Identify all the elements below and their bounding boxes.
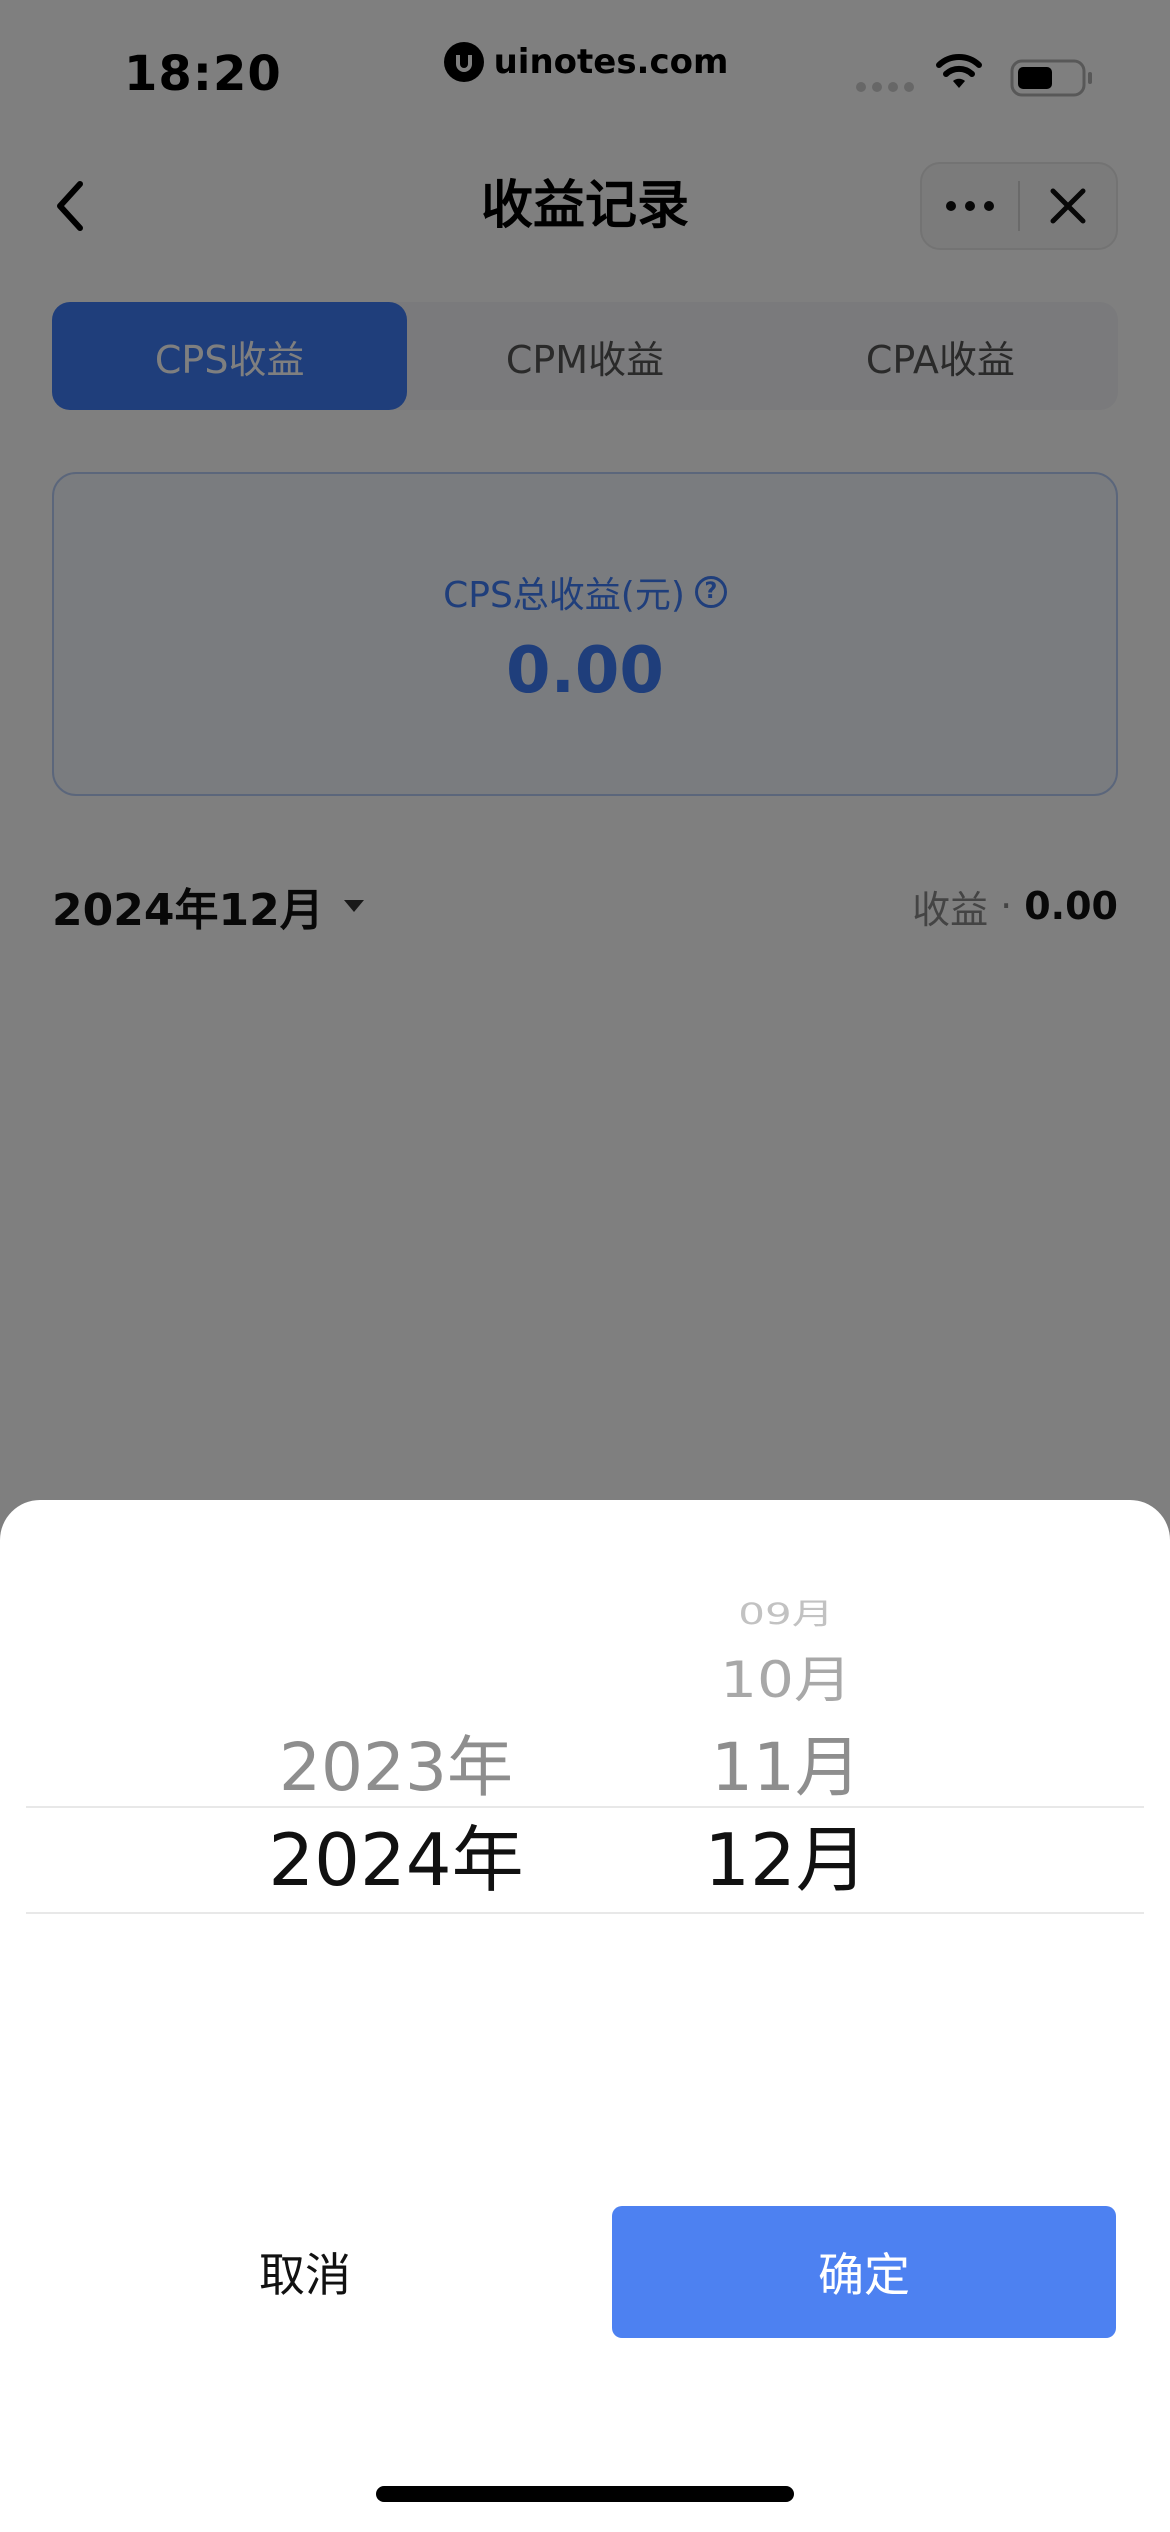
- home-indicator[interactable]: [376, 2486, 794, 2502]
- month-option-far[interactable]: 09月: [586, 1593, 986, 1635]
- month-option-above[interactable]: 10月: [586, 1646, 986, 1715]
- year-option-selected[interactable]: 2024年: [196, 1810, 596, 1910]
- year-option-prev[interactable]: 2023年: [196, 1720, 596, 1816]
- month-column[interactable]: 09月 10月 11月 12月: [586, 1560, 986, 1980]
- page: 18:20 uinotes.com: [0, 0, 1170, 2532]
- month-option-selected[interactable]: 12月: [586, 1810, 986, 1910]
- year-column[interactable]: 2023年 2024年: [196, 1560, 596, 1980]
- month-option-prev[interactable]: 11月: [586, 1720, 986, 1816]
- date-picker-sheet: 2023年 2024年 09月 10月 11月 12月 取消 确定: [0, 1500, 1170, 2532]
- date-picker: 2023年 2024年 09月 10月 11月 12月: [26, 1560, 1144, 1980]
- cancel-button[interactable]: 取消: [110, 2206, 500, 2338]
- confirm-button[interactable]: 确定: [612, 2206, 1116, 2338]
- picker-button-row: 取消 确定: [0, 2206, 1170, 2338]
